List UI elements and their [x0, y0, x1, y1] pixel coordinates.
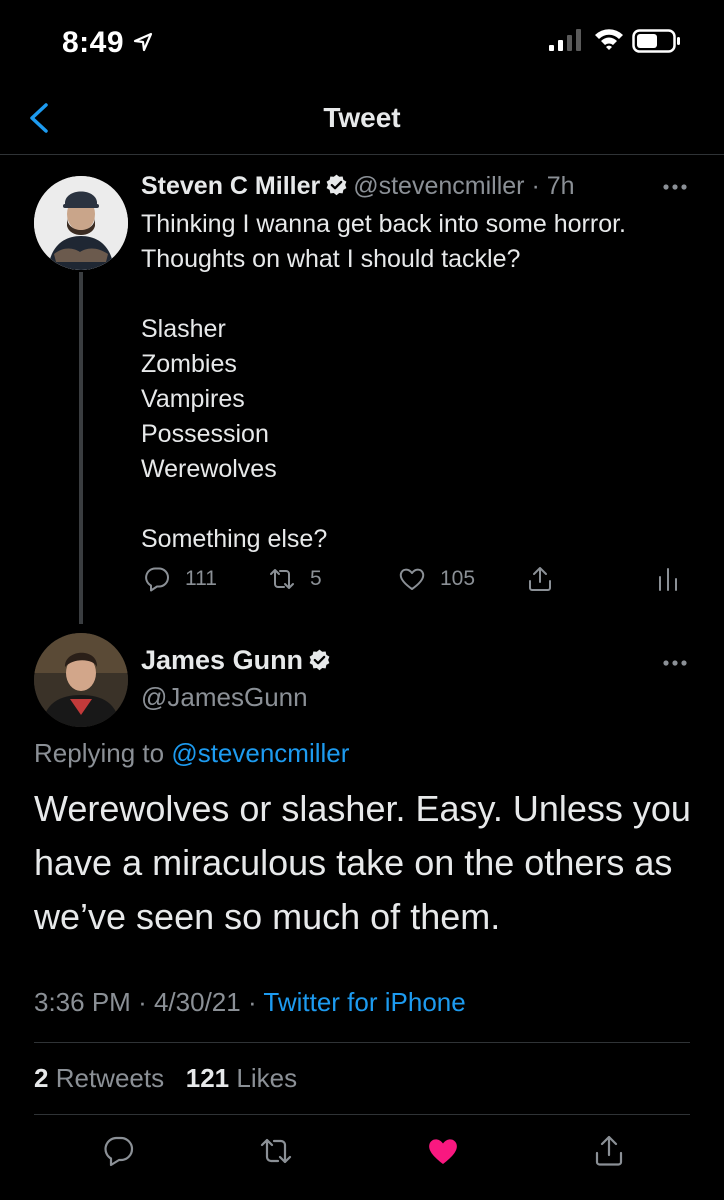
tweet-stats: 2 Retweets 121 Likes: [34, 1063, 297, 1094]
like-count: 121: [185, 1063, 230, 1093]
location-arrow-icon: [133, 32, 153, 52]
main-tweet-text: Werewolves or slasher. Easy. Unless you …: [34, 788, 691, 937]
retweet-count: 2: [34, 1063, 49, 1093]
parent-like-count: 105: [440, 567, 476, 590]
tweet-source-link[interactable]: Twitter for iPhone: [263, 987, 465, 1017]
verified-badge-icon: [326, 174, 347, 196]
parent-author-handle[interactable]: @stevencmiller: [353, 172, 524, 200]
parent-author-name[interactable]: Steven C Miller: [141, 172, 320, 200]
likes-label: Likes: [236, 1063, 298, 1093]
parent-like-button[interactable]: 105: [398, 565, 475, 593]
cellular-signal-icon: [549, 29, 581, 51]
parent-tweet-age: 7h: [546, 172, 575, 200]
wifi-icon: [595, 29, 623, 50]
share-icon: [529, 567, 551, 591]
parent-reply-button[interactable]: 111: [143, 565, 217, 593]
retweet-icon: [270, 569, 294, 589]
share-icon[interactable]: [592, 1134, 626, 1168]
parent-retweet-button[interactable]: 5: [268, 565, 322, 593]
meta-separator: ·: [138, 987, 147, 1017]
main-author-name[interactable]: James Gunn: [141, 645, 303, 675]
main-tweet-actions: [0, 1134, 724, 1174]
status-time: 8:49: [62, 26, 125, 59]
retweets-label: Retweets: [55, 1063, 165, 1093]
page-title: Tweet: [323, 102, 401, 133]
verified-badge-icon: [309, 649, 330, 671]
replying-to-mention-link[interactable]: @stevencmiller: [171, 738, 349, 768]
likes-stat[interactable]: 121 Likes: [186, 1063, 297, 1093]
header-separator: ·: [531, 172, 540, 200]
battery-icon: [632, 29, 680, 53]
divider: [34, 1042, 690, 1043]
main-author-handle[interactable]: @JamesGunn: [141, 682, 308, 713]
heart-outline-icon: [399, 568, 425, 590]
parent-share-button[interactable]: [526, 565, 554, 593]
heart-filled-icon[interactable]: [426, 1134, 460, 1168]
parent-analytics-button[interactable]: [654, 565, 682, 593]
steven-miller-avatar[interactable]: [34, 176, 128, 270]
divider: [34, 1114, 690, 1115]
more-options-icon[interactable]: [662, 183, 688, 191]
tweet-date: 4/30/21: [153, 987, 241, 1017]
analytics-bars-icon: [659, 568, 677, 591]
meta-separator: ·: [247, 987, 257, 1017]
replying-to-line: Replying to @stevencmiller: [34, 738, 349, 769]
parent-retweet-count: 5: [310, 567, 322, 590]
tweet-timestamp-line: 3:36 PM · 4/30/21 · Twitter for iPhone: [34, 987, 466, 1018]
james-gunn-avatar[interactable]: [34, 633, 128, 727]
status-bar: 8:49: [0, 0, 724, 80]
reply-icon: [145, 567, 169, 592]
tweet-time: 3:36 PM: [34, 987, 131, 1017]
parent-reply-count: 111: [185, 567, 217, 590]
retweet-icon[interactable]: [259, 1134, 293, 1168]
retweets-stat[interactable]: 2 Retweets: [34, 1063, 164, 1093]
parent-tweet-header: Steven C Miller @stevencmiller · 7h: [141, 172, 575, 201]
parent-tweet-text: Thinking I wanna get back into some horr…: [141, 210, 626, 553]
reply-icon[interactable]: [102, 1134, 136, 1168]
replying-to-prefix: Replying to: [34, 738, 165, 768]
parent-tweet-actions: 111 5 105: [0, 565, 724, 601]
main-author-name-row: James Gunn: [141, 645, 336, 676]
top-nav-bar: Tweet: [0, 80, 724, 155]
more-options-icon[interactable]: [662, 659, 688, 667]
